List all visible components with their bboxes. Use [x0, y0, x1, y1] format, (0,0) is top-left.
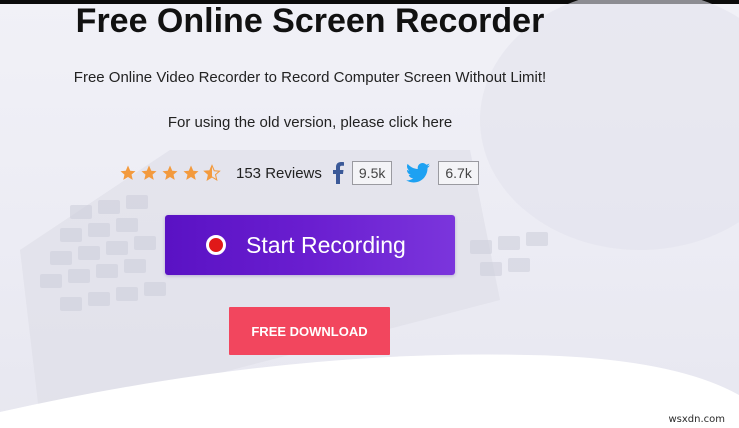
rating-row: 153 Reviews 9.5k 6.7k	[119, 160, 493, 186]
bottom-strip	[0, 412, 739, 428]
twitter-icon	[406, 163, 431, 183]
page-title: Free Online Screen Recorder	[75, 2, 545, 40]
star-icon	[162, 165, 178, 180]
start-recording-button[interactable]: Start Recording	[165, 215, 455, 275]
star-rating	[119, 164, 224, 182]
page: Free Online Screen Recorder Free Online …	[0, 0, 739, 428]
page-subtitle: Free Online Video Recorder to Record Com…	[73, 69, 547, 86]
old-version-link[interactable]: For using the old version, please click …	[0, 114, 620, 131]
record-dot-icon	[206, 235, 226, 255]
half-star-icon	[203, 164, 221, 182]
twitter-share[interactable]: 6.7k	[406, 161, 479, 185]
facebook-count: 9.5k	[351, 161, 393, 185]
facebook-share[interactable]: 9.5k	[332, 161, 393, 185]
free-download-button[interactable]: FREE DOWNLOAD	[229, 307, 390, 355]
star-icon	[183, 165, 199, 180]
reviews-count: 153 Reviews	[236, 164, 322, 182]
background-laptop-illustration	[0, 0, 739, 428]
star-icon	[141, 165, 157, 180]
star-icon	[120, 165, 136, 180]
watermark: wsxdn.com	[668, 414, 725, 425]
start-recording-label: Start Recording	[246, 231, 406, 258]
twitter-count: 6.7k	[438, 161, 479, 185]
facebook-icon	[332, 162, 344, 184]
